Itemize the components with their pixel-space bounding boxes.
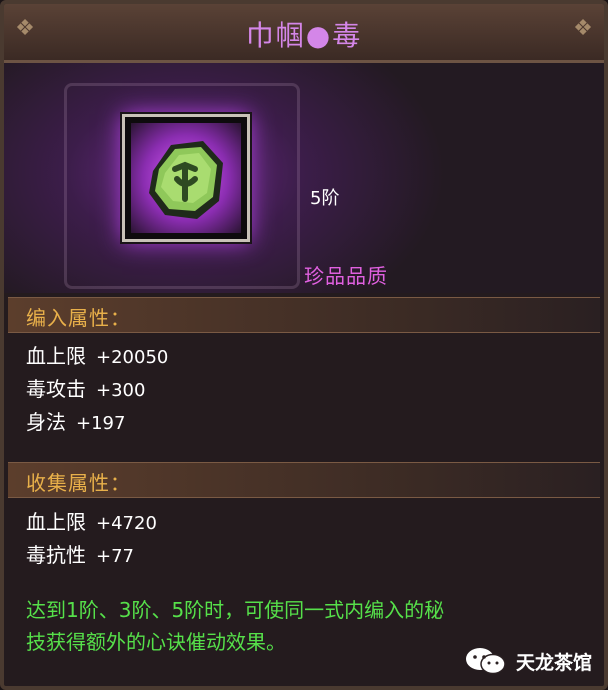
wechat-icon (466, 648, 506, 675)
embed-attributes-title: 编入属性： (26, 306, 131, 330)
item-tooltip-panel: ❖ 巾帼●毒 ❖ 5阶 珍品品质 编入属性： 血上限 +20050 毒攻击 +300… (0, 0, 608, 690)
attribute-value: +20050 (96, 347, 169, 368)
item-icon-slot[interactable] (122, 114, 250, 242)
source-watermark: 天龙茶馆 (464, 644, 592, 678)
item-title: 巾帼●毒 (245, 19, 363, 52)
title-bar: ❖ 巾帼●毒 ❖ (4, 4, 604, 63)
attribute-name: 血上限 (26, 510, 86, 534)
attribute-value: +300 (96, 380, 146, 401)
attribute-name: 毒攻击 (26, 377, 86, 401)
attribute-row: 血上限 +4720 (26, 506, 157, 535)
bonus-description-line: 达到1阶、3阶、5阶时，可使同一式内编入的秘 (26, 598, 445, 622)
attribute-row: 身法 +197 (26, 406, 125, 435)
embed-attributes-header: 编入属性： (8, 297, 600, 333)
attribute-value: +4720 (96, 513, 157, 534)
green-rune-stone-icon (131, 123, 241, 233)
attribute-value: +77 (96, 546, 134, 567)
item-quality: 珍品品质 (304, 264, 388, 288)
corner-ornament-right-icon: ❖ (573, 16, 593, 41)
collect-attributes-title: 收集属性： (26, 471, 131, 495)
attribute-name: 身法 (26, 410, 66, 434)
item-rank: 5阶 (310, 188, 340, 209)
attribute-row: 毒抗性 +77 (26, 539, 134, 568)
attribute-name: 毒抗性 (26, 543, 86, 567)
attribute-value: +197 (76, 413, 126, 434)
attribute-row: 毒攻击 +300 (26, 373, 145, 402)
collect-attributes-header: 收集属性： (8, 462, 600, 498)
attribute-row: 血上限 +20050 (26, 340, 168, 369)
watermark-text: 天龙茶馆 (516, 651, 593, 674)
attribute-name: 血上限 (26, 344, 86, 368)
item-showcase: 5阶 珍品品质 (4, 63, 604, 293)
